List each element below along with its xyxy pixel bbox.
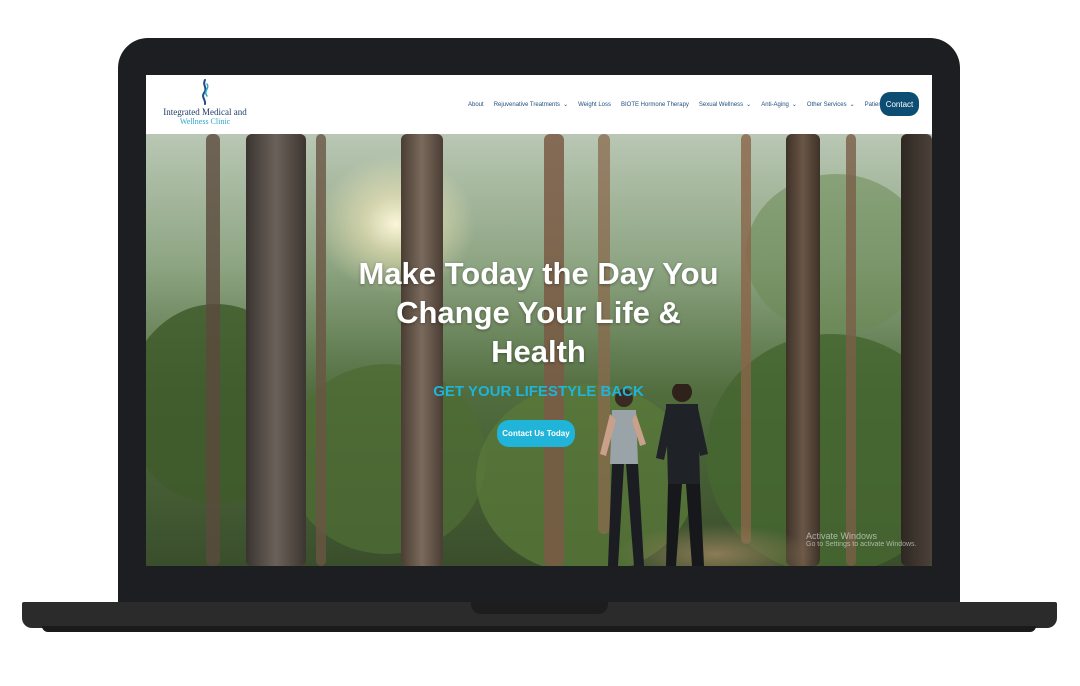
tree-trunk — [741, 134, 751, 544]
laptop-notch — [471, 602, 608, 614]
chevron-down-icon: ⌄ — [849, 102, 855, 108]
tree-trunk — [901, 134, 932, 566]
tree-trunk — [316, 134, 326, 566]
nav-item-weight-loss[interactable]: Weight Loss — [578, 102, 611, 108]
nav-item-label: Sexual Wellness — [698, 101, 744, 108]
nav-item-label: Rejuvenative Treatments — [493, 101, 561, 108]
nav-item-biote-hormone-therapy[interactable]: BIOTE Hormone Therapy — [621, 102, 689, 108]
contact-button[interactable]: Contact — [880, 92, 919, 116]
main-nav: About Rejuvenative Treatments ⌄ Weight L… — [468, 101, 904, 109]
foliage — [746, 174, 926, 334]
clinic-logo[interactable]: Integrated Medical and Wellness Clinic — [160, 79, 250, 133]
logo-text-line2: Wellness Clinic — [179, 117, 231, 126]
logo-text-line1: Integrated Medical and — [163, 107, 247, 117]
laptop-base-foot — [42, 626, 1036, 632]
tree-trunk — [846, 134, 856, 566]
watermark-title: Activate Windows — [806, 531, 878, 541]
tree-trunk — [206, 134, 220, 566]
nav-item-label: Anti-Aging — [761, 101, 789, 108]
runners-image — [600, 384, 708, 566]
activate-windows-watermark: Activate Windows Go to Settings to activ… — [806, 531, 917, 548]
nav-item-label: Other Services — [806, 101, 847, 108]
nav-item-label: BIOTE Hormone Therapy — [621, 101, 689, 108]
hero-title: Make Today the Day You Change Your Life … — [358, 256, 719, 369]
site-header: Integrated Medical and Wellness Clinic A… — [146, 75, 932, 134]
chevron-down-icon: ⌄ — [791, 102, 797, 108]
logo-figure-icon — [202, 79, 209, 105]
chevron-down-icon: ⌄ — [746, 102, 752, 108]
hero-section: Make Today the Day You Change Your Life … — [146, 134, 932, 566]
tree-trunk — [246, 134, 306, 566]
nav-item-label: About — [468, 101, 484, 108]
contact-us-today-button[interactable]: Contact Us Today — [497, 420, 575, 447]
nav-item-label: Weight Loss — [578, 101, 611, 108]
laptop-screen: Integrated Medical and Wellness Clinic A… — [146, 75, 932, 566]
nav-item-rejuvenative-treatments[interactable]: Rejuvenative Treatments ⌄ — [493, 101, 569, 109]
tree-trunk — [786, 134, 820, 566]
watermark-subtitle: Go to Settings to activate Windows. — [806, 541, 917, 548]
nav-item-about[interactable]: About — [468, 102, 484, 108]
chevron-down-icon: ⌄ — [563, 102, 569, 108]
nav-item-other-services[interactable]: Other Services ⌄ — [806, 101, 855, 109]
hero-subtitle: GET YOUR LIFESTYLE BACK — [433, 383, 644, 400]
nav-item-sexual-wellness[interactable]: Sexual Wellness ⌄ — [698, 101, 752, 109]
nav-item-anti-aging[interactable]: Anti-Aging ⌄ — [761, 101, 797, 109]
